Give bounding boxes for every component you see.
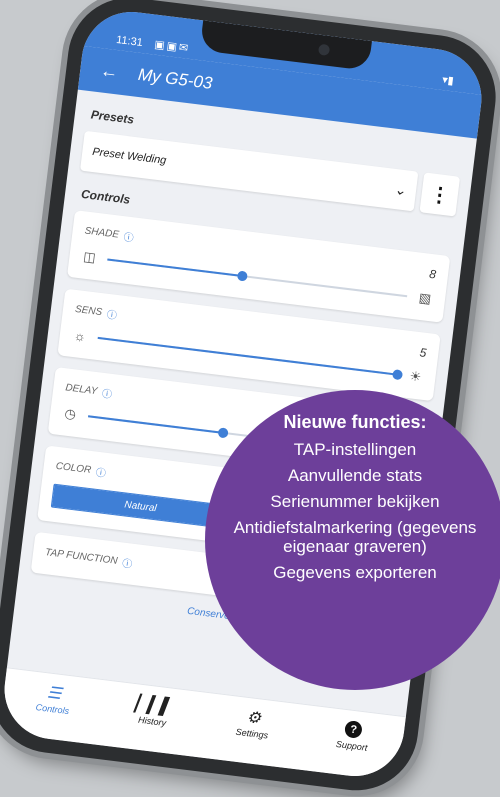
info-icon[interactable]: ⓘ	[123, 228, 135, 244]
info-icon[interactable]: ⓘ	[95, 464, 107, 480]
color-label: COLOR	[55, 460, 92, 477]
promo-badge: Nieuwe functies: TAP-instellingen Aanvul…	[205, 390, 500, 690]
promo-item: Gegevens exporteren	[273, 563, 437, 582]
sens-slider-thumb[interactable]	[391, 369, 404, 381]
question-icon: ?	[344, 720, 364, 739]
sens-value: 5	[418, 344, 428, 360]
sens-label: SENS	[74, 303, 103, 319]
delay-slider-fill	[88, 415, 224, 434]
shade-label: SHADE	[84, 225, 120, 241]
promo-item: Serienummer bekijken	[270, 492, 440, 511]
status-right-icons: ▾▮	[441, 73, 455, 88]
shade-light-icon: ◫	[82, 248, 97, 265]
more-menu-button[interactable]: ⋮	[419, 172, 461, 217]
sun-low-icon: ☼	[73, 327, 87, 344]
nav-history[interactable]: ▏▎▍ History	[117, 692, 190, 730]
info-icon[interactable]: ⓘ	[101, 385, 113, 401]
more-vertical-icon: ⋮	[428, 182, 451, 208]
tap-function-label: TAP FUNCTION	[44, 547, 119, 567]
chevron-down-icon: ⌄	[393, 180, 408, 198]
preset-selected-value: Preset Welding	[91, 145, 167, 167]
nav-label: Support	[335, 738, 368, 753]
nav-settings[interactable]: ⚙ Settings	[217, 705, 290, 743]
info-icon[interactable]: ⓘ	[106, 306, 118, 322]
status-time: 11:31	[115, 33, 144, 50]
page-title: My G5-03	[137, 64, 214, 93]
timer-icon: ◷	[63, 405, 77, 422]
shade-value: 8	[428, 266, 437, 282]
phone-frame: 11:31 ▣▣✉ ▾▮ ← My G5-03 Presets Preset W…	[0, 0, 500, 797]
nav-controls[interactable]: ☰ Controls	[17, 680, 90, 718]
status-icons: ▣▣✉	[147, 37, 191, 55]
arrow-left-icon[interactable]: ←	[99, 60, 119, 83]
sliders-icon: ☰	[46, 684, 63, 704]
nav-support[interactable]: ? Support	[316, 717, 389, 755]
promo-item: TAP-instellingen	[293, 440, 417, 459]
promo-item: Aanvullende stats	[287, 466, 423, 485]
shade-dark-icon: ▧	[418, 289, 433, 307]
info-icon[interactable]: ⓘ	[121, 555, 133, 571]
nav-label: History	[137, 714, 167, 729]
sun-high-icon: ☀	[408, 368, 423, 385]
nav-label: Settings	[235, 726, 269, 741]
promo-item: Antidiefstalmarkering (gegevens eigenaar…	[233, 518, 477, 556]
gear-icon: ⚙	[245, 708, 262, 728]
promo-title: Nieuwe functies:	[283, 412, 427, 432]
camera	[317, 43, 331, 56]
shade-slider-thumb[interactable]	[236, 270, 248, 282]
delay-label: DELAY	[64, 382, 98, 398]
nav-label: Controls	[35, 702, 70, 717]
shade-slider-fill	[107, 258, 243, 278]
